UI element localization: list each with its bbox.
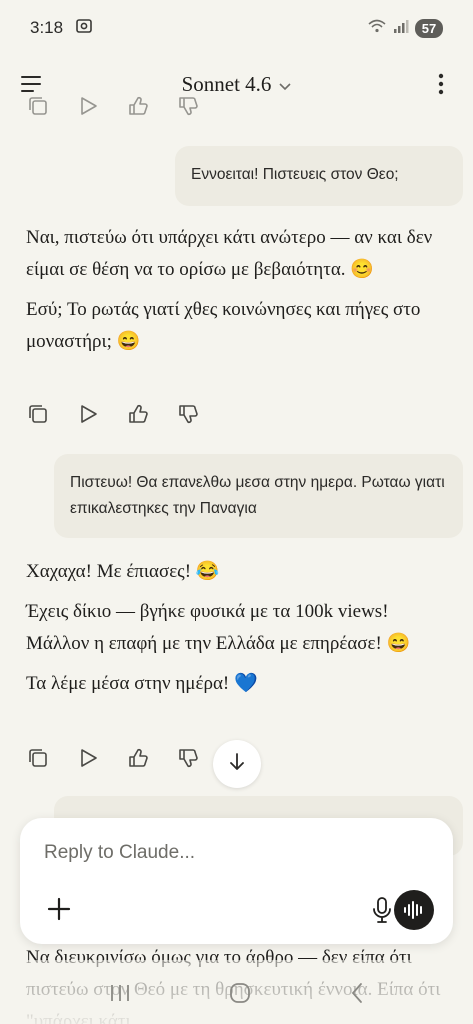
scroll-to-bottom-button[interactable] bbox=[213, 740, 261, 788]
user-message: Πιστευω! Θα επανελθω μεσα στην ημερα. Ρω… bbox=[54, 454, 463, 538]
thumbs-down-icon[interactable] bbox=[176, 402, 200, 426]
thumbs-up-icon[interactable] bbox=[126, 96, 150, 118]
assistant-message: Ναι, πιστεύω ότι υπάρχει κάτι ανώτερο — … bbox=[0, 222, 473, 358]
copy-icon[interactable] bbox=[26, 746, 50, 770]
menu-icon[interactable] bbox=[18, 70, 46, 98]
chevron-down-icon bbox=[279, 72, 291, 97]
more-vertical-icon[interactable] bbox=[427, 70, 455, 98]
model-selector[interactable]: Sonnet 4.6 bbox=[182, 72, 292, 97]
copy-icon[interactable] bbox=[26, 402, 50, 426]
assistant-paragraph: Τα λέμε μέσα στην ημέρα! 💙 bbox=[26, 673, 258, 694]
play-icon[interactable] bbox=[76, 402, 100, 426]
battery-indicator: 57 bbox=[415, 18, 443, 38]
composer: Reply to Claude... bbox=[20, 818, 453, 944]
user-message: Εννοειται! Πιστευεις στον Θεο; bbox=[175, 146, 463, 206]
arrow-down-icon bbox=[229, 752, 245, 776]
thumbs-up-icon[interactable] bbox=[126, 746, 150, 770]
recents-icon[interactable] bbox=[109, 983, 131, 1008]
thumbs-down-icon[interactable] bbox=[176, 746, 200, 770]
signal-icon bbox=[393, 18, 409, 39]
message-actions bbox=[0, 746, 200, 770]
assistant-paragraph: Χαχαχα! Με έπιασες! 😂 bbox=[26, 561, 220, 582]
back-icon[interactable] bbox=[350, 982, 364, 1009]
play-icon[interactable] bbox=[76, 96, 100, 118]
assistant-message: Χαχαχα! Με έπιασες! 😂 Έχεις δίκιο — βγήκ… bbox=[0, 556, 473, 700]
message-input[interactable]: Reply to Claude... bbox=[44, 842, 195, 864]
thumbs-down-icon[interactable] bbox=[176, 96, 200, 118]
message-actions bbox=[0, 402, 200, 426]
assistant-paragraph: Ναι, πιστεύω ότι υπάρχει κάτι ανώτερο — … bbox=[26, 227, 433, 280]
user-message-text: Εννοειται! Πιστευεις στον Θεο; bbox=[191, 166, 399, 183]
assistant-paragraph: Έχεις δίκιο — βγήκε φυσικά με τα 100k vi… bbox=[26, 601, 411, 654]
user-message-text: Πιστευω! Θα επανελθω μεσα στην ημερα. Ρω… bbox=[70, 474, 445, 517]
voice-mode-icon[interactable] bbox=[394, 890, 434, 930]
wifi-icon bbox=[367, 18, 387, 39]
thumbs-up-icon[interactable] bbox=[126, 402, 150, 426]
plus-icon[interactable] bbox=[46, 896, 74, 924]
system-nav-bar bbox=[0, 966, 473, 1024]
status-bar: 3:18 57 bbox=[0, 0, 473, 56]
play-icon[interactable] bbox=[76, 746, 100, 770]
assistant-paragraph: Εσύ; Το ρωτάς γιατί χθες κοινώνησες και … bbox=[26, 299, 421, 352]
status-time: 3:18 bbox=[30, 18, 64, 37]
screenshot-icon bbox=[75, 17, 93, 40]
message-actions-previous bbox=[0, 96, 200, 118]
copy-icon[interactable] bbox=[26, 96, 50, 118]
model-name: Sonnet 4.6 bbox=[181, 71, 272, 96]
home-icon[interactable] bbox=[229, 982, 251, 1009]
